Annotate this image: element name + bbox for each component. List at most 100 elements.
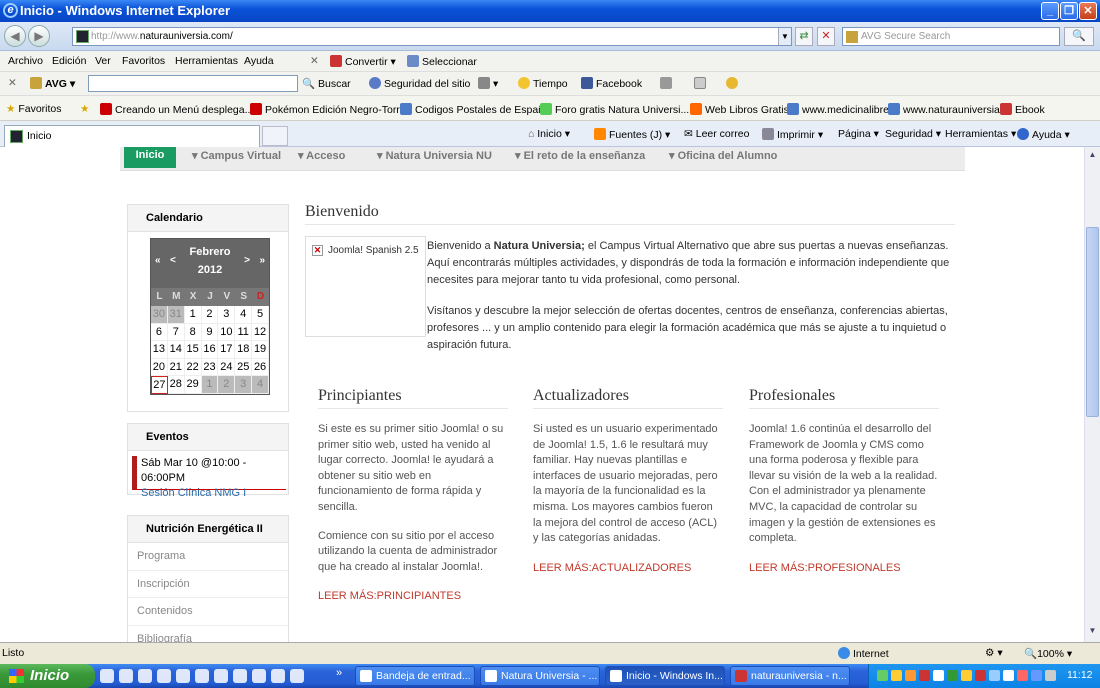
home-button[interactable]: ⌂ Inicio ▾ (528, 128, 570, 140)
calendar-day[interactable]: 15 (184, 341, 202, 359)
nav-item[interactable]: ▾ Natura Universia NU (377, 149, 492, 162)
tray-icon[interactable] (947, 670, 958, 681)
back-button[interactable]: ◀ (4, 25, 26, 47)
nutrition-link[interactable]: Contenidos (128, 598, 288, 626)
nav-item[interactable]: ▾ Oficina del Alumno (669, 149, 777, 162)
vertical-scrollbar[interactable]: ▲ ▼ (1084, 147, 1100, 642)
next-month-button[interactable]: > (244, 255, 250, 266)
tray-icon[interactable] (891, 670, 902, 681)
quicklaunch-icon[interactable] (290, 669, 304, 683)
next-year-button[interactable]: » (259, 255, 265, 266)
taskbar-item-active[interactable]: Inicio - Windows In... (605, 666, 725, 686)
calendar-day[interactable]: 18 (235, 341, 253, 359)
avg-menu[interactable]: AVG ▾ (30, 77, 75, 90)
tiempo-button[interactable]: Tiempo (518, 77, 568, 90)
calendar-day[interactable]: 16 (201, 341, 219, 359)
quicklaunch-icon[interactable] (157, 669, 171, 683)
calendar-day[interactable]: 2 (201, 306, 219, 324)
quicklaunch-icon[interactable] (271, 669, 285, 683)
stop-icon[interactable]: ✕ (817, 27, 835, 46)
nav-inicio[interactable]: Inicio (124, 147, 176, 168)
nav-item[interactable]: ▾ El reto de la enseñanza (515, 149, 645, 162)
calendar-day[interactable]: 1 (184, 306, 202, 324)
calendar-day-other-month[interactable]: 4 (252, 376, 269, 394)
menu-favoritos[interactable]: Favoritos (122, 55, 165, 67)
clock[interactable]: 11:12 (1067, 669, 1093, 681)
favorite-item[interactable]: Codigos Postales de España (400, 103, 550, 116)
calendar-day[interactable]: 27 (151, 376, 168, 394)
favorite-item[interactable]: Foro gratis Natura Universi... (540, 103, 689, 116)
search-input[interactable]: AVG Secure Search (842, 27, 1060, 46)
close-toolbar-icon[interactable]: ✕ (310, 55, 319, 67)
tray-icon[interactable] (919, 670, 930, 681)
menu-herramientas[interactable]: Herramientas (175, 55, 238, 67)
scroll-up-icon[interactable]: ▲ (1086, 150, 1099, 163)
calendar-day[interactable]: 29 (184, 376, 202, 394)
favorite-item[interactable]: Web Libros Gratis (690, 103, 789, 116)
help-menu[interactable]: Ayuda ▾ (1017, 128, 1070, 141)
close-avg-toolbar-icon[interactable]: ✕ (8, 77, 17, 89)
address-dropdown-icon[interactable]: ▼ (778, 28, 791, 45)
calendar-day-other-month[interactable]: 2 (218, 376, 236, 394)
tray-icon[interactable] (961, 670, 972, 681)
quicklaunch-icon[interactable] (119, 669, 133, 683)
forward-button[interactable]: ▶ (28, 25, 50, 47)
quicklaunch-icon[interactable] (214, 669, 228, 683)
calendar-day[interactable]: 25 (235, 358, 253, 376)
read-mail-button[interactable]: ✉ Leer correo (684, 128, 749, 140)
calendar-day[interactable]: 20 (151, 358, 168, 376)
calendar-day[interactable]: 19 (252, 341, 269, 359)
maximize-button[interactable]: ❐ (1060, 2, 1078, 20)
calendar-day[interactable]: 21 (167, 358, 185, 376)
zoom-control[interactable]: 🔍100% ▾ (1024, 647, 1072, 660)
taskbar-item[interactable]: Bandeja de entrad... (355, 666, 475, 686)
read-more-link[interactable]: LEER MÁS:PRINCIPIANTES (318, 590, 508, 602)
nav-item[interactable]: ▾ Acceso (298, 149, 345, 162)
menu-ayuda[interactable]: Ayuda (244, 55, 274, 67)
quicklaunch-icon[interactable] (252, 669, 266, 683)
avg-buscar-button[interactable]: 🔍 Buscar (302, 77, 351, 90)
new-tab-button[interactable] (262, 126, 288, 146)
trash-icon[interactable]: ▾ (478, 77, 498, 90)
facebook-button[interactable]: Facebook (581, 77, 642, 90)
calendar-day[interactable]: 3 (218, 306, 236, 324)
avg-search-input[interactable] (88, 75, 298, 92)
calculator-icon[interactable] (660, 77, 675, 90)
protected-mode-icon[interactable]: ⚙ ▾ (985, 647, 1003, 659)
calendar-day[interactable]: 26 (252, 358, 269, 376)
calendar-day[interactable]: 6 (151, 323, 168, 341)
notes-icon[interactable] (694, 77, 709, 90)
tray-icon[interactable] (933, 670, 944, 681)
scroll-thumb[interactable] (1086, 227, 1099, 417)
safety-menu[interactable]: Seguridad ▾ (885, 128, 941, 140)
calendar-day[interactable]: 13 (151, 341, 168, 359)
calendar-day[interactable]: 14 (167, 341, 185, 359)
quicklaunch-ie-icon[interactable] (100, 669, 114, 683)
calendar-day-other-month[interactable]: 3 (235, 376, 253, 394)
menu-archivo[interactable]: Archivo (8, 55, 43, 67)
address-bar[interactable]: http://www.naturauniversia.com/ (72, 27, 792, 46)
calendar-day[interactable]: 8 (184, 323, 202, 341)
calendar-day[interactable]: 17 (218, 341, 236, 359)
favorite-item[interactable]: Creando un Menú desplega... (100, 103, 253, 116)
calendar-day[interactable]: 10 (218, 323, 236, 341)
favorite-item[interactable]: www.naturauniversia (888, 103, 1000, 116)
favorite-item[interactable]: Ebook (1000, 103, 1045, 116)
nutrition-link[interactable]: Programa (128, 543, 288, 571)
seleccionar-button[interactable]: Seleccionar (407, 55, 477, 68)
read-more-link[interactable]: LEER MÁS:PROFESIONALES (749, 562, 939, 574)
chat-icon[interactable] (726, 77, 741, 90)
calendar-day[interactable]: 22 (184, 358, 202, 376)
calendar-day[interactable]: 11 (235, 323, 253, 341)
calendar-day[interactable]: 23 (201, 358, 219, 376)
calendar-day[interactable]: 5 (252, 306, 269, 324)
calendar-day[interactable]: 24 (218, 358, 236, 376)
scroll-down-icon[interactable]: ▼ (1086, 626, 1099, 639)
nutrition-link[interactable]: Inscripción (128, 571, 288, 598)
tray-icon[interactable] (1017, 670, 1028, 681)
favorite-item[interactable]: Pokémon Edición Negro-Torr... (250, 103, 408, 116)
print-button[interactable]: Imprimir ▾ (762, 128, 823, 141)
quicklaunch-icon[interactable] (233, 669, 247, 683)
add-favorite-icon[interactable]: ★ (80, 103, 89, 115)
seguridad-sitio-button[interactable]: Seguridad del sitio (369, 77, 470, 90)
